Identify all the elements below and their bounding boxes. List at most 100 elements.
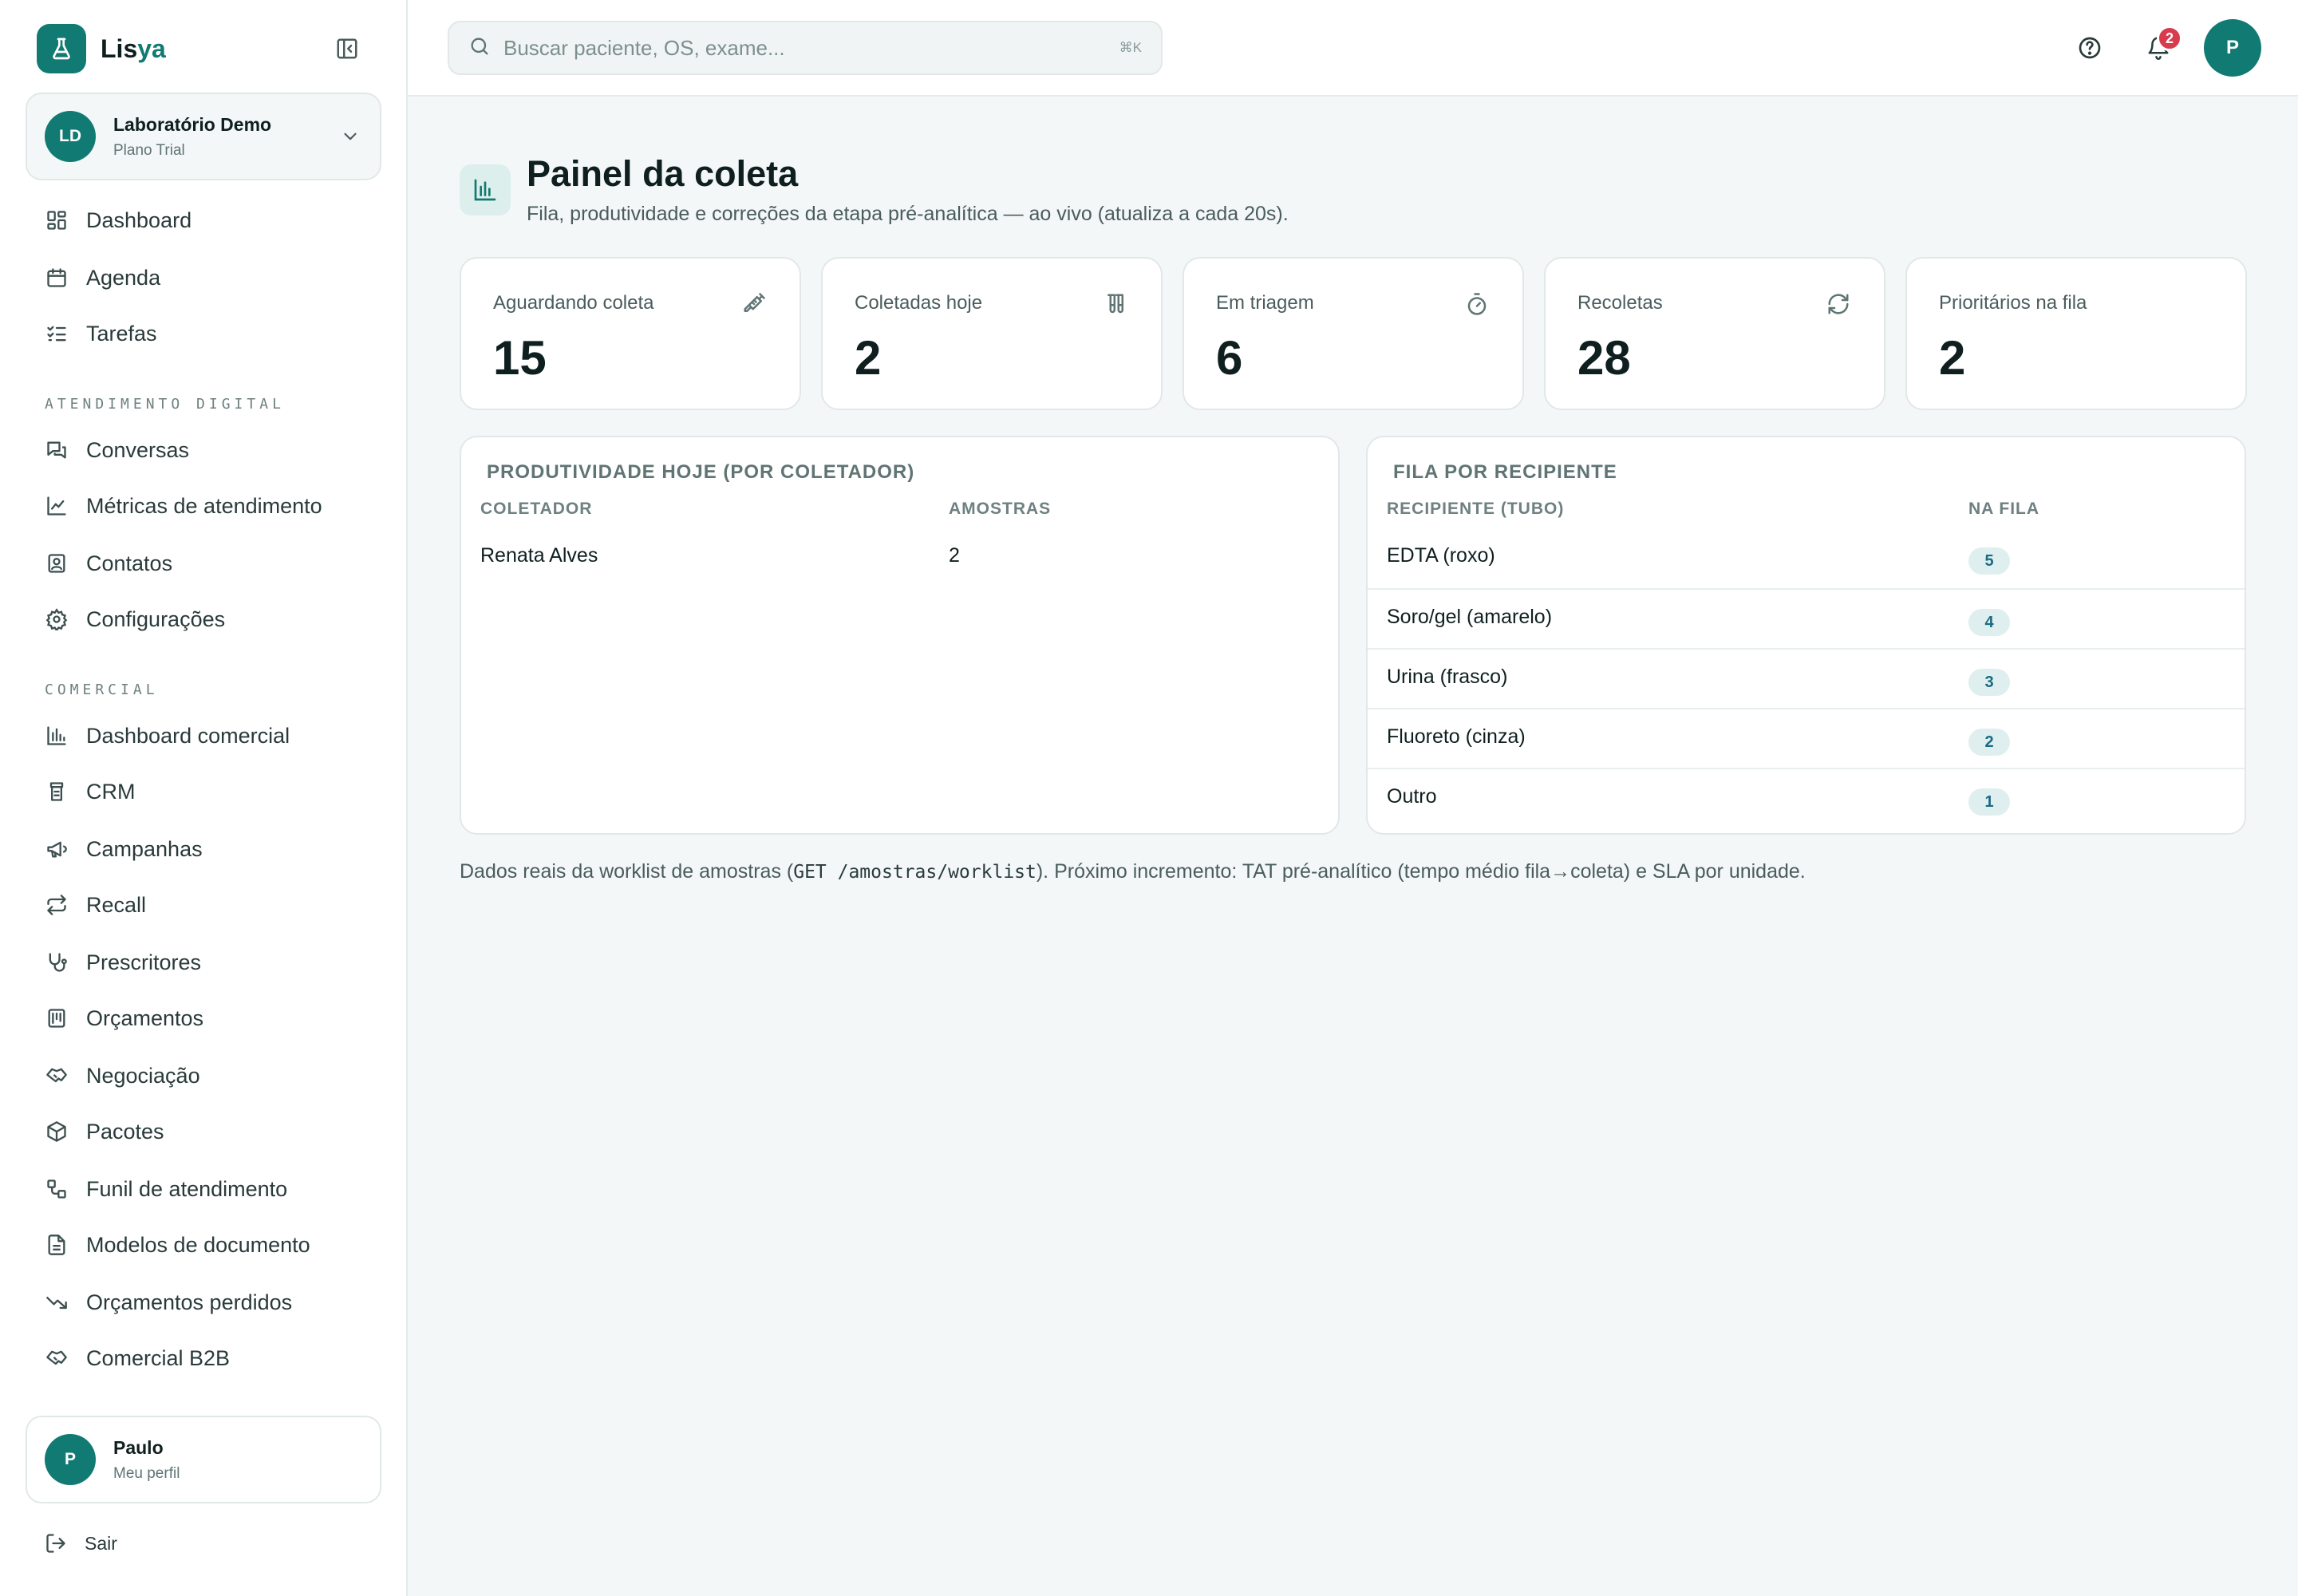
stat-value: 28 [1577,331,1631,385]
handshake-icon [45,1064,69,1088]
sidebar-item-prescritores[interactable]: Prescritores [45,946,201,978]
org-avatar: LD [45,111,96,162]
contact-icon [45,551,69,575]
line-chart-icon [45,494,69,518]
queue-panel: FILA POR RECIPIENTE RECIPIENTE (TUBO) NA… [1366,436,2246,835]
table-row: Soro/gel (amarelo) 4 [1368,588,2245,648]
container-name: EDTA (roxo) [1387,544,1495,567]
queue-count-badge: 1 [1968,788,2010,816]
sidebar-item-label: Dashboard [86,207,192,232]
stat-card-aguardando: Aguardando coleta 15 [460,257,801,410]
bar-chart-icon [460,164,511,215]
stat-card-recoletas: Recoletas 28 [1544,257,1885,410]
org-name: Laboratório Demo [113,113,272,135]
stat-label: Recoletas [1577,292,1663,314]
handshake-icon [45,1346,69,1370]
sidebar-item-label: Modelos de documento [86,1232,310,1257]
sidebar-item-orcamentos-perdidos[interactable]: Orçamentos perdidos [45,1286,292,1318]
queue-count-badge: 3 [1968,669,2010,696]
sidebar-item-dashboard-comercial[interactable]: Dashboard comercial [45,720,290,752]
container-name: Urina (frasco) [1387,666,1508,688]
queue-count-badge: 2 [1968,729,2010,756]
table-row: Outro 1 [1368,768,2245,828]
sidebar-item-campanhas[interactable]: Campanhas [45,833,203,865]
sidebar: Lisya LD Laboratório Demo Plano Trial Da… [0,0,408,1596]
sidebar-item-crm[interactable]: CRM [45,776,136,808]
test-tubes-icon [1102,290,1129,318]
search-input[interactable] [503,35,1062,61]
sidebar-item-label: Pacotes [86,1119,164,1144]
queue-count-badge: 5 [1968,547,2010,575]
syringe-icon [740,290,768,318]
stat-value: 2 [855,331,882,385]
logout-button[interactable]: Sair [45,1527,117,1559]
sidebar-item-pacotes[interactable]: Pacotes [45,1116,164,1148]
package-icon [45,1120,69,1144]
user-profile-card[interactable]: P Paulo Meu perfil [26,1416,381,1503]
user-avatar-button[interactable]: P [2204,19,2261,77]
list-checks-icon [45,322,69,346]
sidebar-item-label: Configurações [86,606,226,631]
sidebar-item-recall[interactable]: Recall [45,889,146,921]
settings-icon [45,607,69,631]
column-header-collector: COLETADOR [480,500,593,518]
sidebar-item-label: Dashboard comercial [86,723,290,748]
container-name: Fluoreto (cinza) [1387,725,1526,748]
sidebar-item-label: Tarefas [86,321,157,346]
calendar-icon [45,266,69,290]
brand[interactable]: Lisya [37,24,166,73]
sample-count: 2 [949,544,960,567]
table-row: Fluoreto (cinza) 2 [1368,708,2245,768]
log-out-icon [45,1532,67,1555]
section-label-digital: ATENDIMENTO DIGITAL [45,396,285,413]
sidebar-item-negociacao[interactable]: Negociação [45,1060,200,1092]
sidebar-item-modelos[interactable]: Modelos de documento [45,1229,310,1261]
sidebar-item-comercial-b2b[interactable]: Comercial B2B [45,1342,230,1374]
sidebar-item-label: Negociação [86,1063,200,1088]
megaphone-icon [45,837,69,861]
sidebar-item-metricas[interactable]: Métricas de atendimento [45,490,322,522]
stat-label: Coletadas hoje [855,292,983,314]
sidebar-item-conversas[interactable]: Conversas [45,434,189,466]
organization-switcher[interactable]: LD Laboratório Demo Plano Trial [26,93,381,180]
sidebar-item-orcamentos[interactable]: Orçamentos [45,1002,203,1034]
sidebar-item-configuracoes[interactable]: Configurações [45,603,225,635]
container-name: Soro/gel (amarelo) [1387,606,1553,628]
sidebar-item-funil[interactable]: Funil de atendimento [45,1173,287,1205]
workflow-icon [45,1177,69,1201]
layout-dashboard-icon [45,208,69,232]
notification-badge: 2 [2157,26,2182,51]
section-label-comercial: COMERCIAL [45,681,159,698]
page-title: Painel da coleta [527,153,799,194]
sidebar-collapse-icon[interactable] [334,35,361,62]
sidebar-item-label: Funil de atendimento [86,1176,288,1201]
brand-name: Lisya [101,34,166,63]
sidebar-item-tarefas[interactable]: Tarefas [45,318,157,350]
sidebar-item-contatos[interactable]: Contatos [45,547,172,579]
search-bar[interactable]: ⌘K [448,21,1163,75]
sidebar-item-dashboard[interactable]: Dashboard [45,204,192,236]
panel-title: FILA POR RECIPIENTE [1393,461,1617,483]
column-header-container: RECIPIENTE (TUBO) [1387,500,1565,518]
sidebar-item-label: Prescritores [86,950,202,974]
sidebar-item-label: Conversas [86,437,190,462]
panel-title: PRODUTIVIDADE HOJE (POR COLETADOR) [487,461,915,483]
sidebar-item-label: CRM [86,779,136,804]
container-name: Outro [1387,785,1437,808]
crm-icon [45,780,69,804]
help-icon[interactable] [2074,32,2106,64]
stat-card-prioritarios: Prioritários na fila 2 [1905,257,2247,410]
footnote: Dados reais da worklist de amostras (GET… [460,860,1806,883]
sidebar-item-label: Orçamentos [86,1005,204,1030]
table-row: EDTA (roxo) 5 [1368,528,2245,588]
sidebar-item-agenda[interactable]: Agenda [45,262,160,294]
topbar: ⌘K 2 P [408,0,2298,97]
trending-down-icon [45,1290,69,1314]
stat-label: Em triagem [1216,292,1314,314]
user-name: Paulo [113,1436,164,1458]
stat-card-triagem: Em triagem 6 [1183,257,1524,410]
search-shortcut: ⌘K [1119,40,1142,55]
table-row: Urina (frasco) 3 [1368,648,2245,708]
queue-count-badge: 4 [1968,609,2010,636]
bar-chart-icon [45,724,69,748]
